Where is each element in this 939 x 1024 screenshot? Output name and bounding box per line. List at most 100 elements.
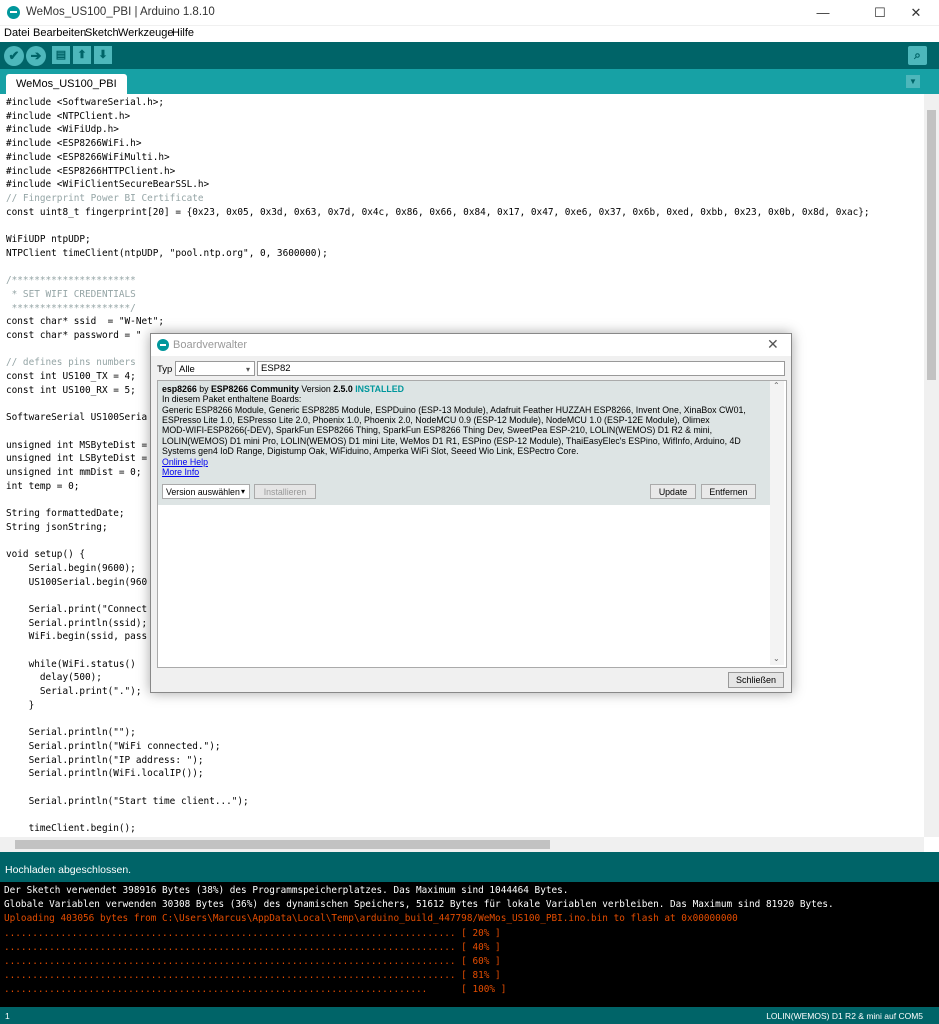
menu-sketch[interactable]: Sketch: [85, 27, 119, 39]
tab-bar: WeMos_US100_PBI ▼: [0, 69, 939, 94]
code-line[interactable]: #include <WiFiUdp.h>: [6, 123, 119, 137]
chevron-down-icon: ▾: [245, 365, 250, 374]
status-bar: Hochladen abgeschlossen.: [0, 852, 939, 882]
footer-bar: 1 LOLIN(WEMOS) D1 R2 & mini auf COM5: [0, 1007, 939, 1024]
code-line[interactable]: * SET WIFI CREDENTIALS: [6, 288, 136, 302]
chevron-down-icon: ▾: [240, 487, 245, 496]
editor-horizontal-scroll-thumb[interactable]: [15, 840, 550, 849]
menu-werkzeuge[interactable]: Werkzeuge: [118, 27, 173, 39]
code-line[interactable]: Serial.println("IP address: ");: [6, 754, 204, 768]
code-line[interactable]: timeClient.begin();: [6, 822, 136, 836]
code-line[interactable]: // Fingerprint Power BI Certificate: [6, 192, 204, 206]
code-line[interactable]: Serial.print(".");: [6, 685, 142, 699]
code-line[interactable]: #include <NTPClient.h>: [6, 110, 130, 124]
arduino-logo-icon: [157, 339, 169, 351]
version-select-value: Version auswählen: [166, 487, 240, 497]
console-line: ........................................…: [4, 927, 501, 939]
console-line: Der Sketch verwendet 398916 Bytes (38%) …: [4, 885, 569, 896]
code-line[interactable]: Serial.println(ssid);: [6, 617, 148, 631]
installed-badge: INSTALLED: [355, 384, 404, 394]
menu-bearbeiten[interactable]: Bearbeiten: [33, 27, 86, 39]
code-line[interactable]: #include <ESP8266HTTPClient.h>: [6, 165, 175, 179]
editor-vertical-scroll-thumb[interactable]: [927, 110, 936, 380]
new-sketch-icon[interactable]: ▤: [52, 46, 70, 64]
code-line[interactable]: const int US100_TX = 4;: [6, 370, 136, 384]
code-line[interactable]: unsigned int MSByteDist =: [6, 439, 147, 453]
remove-button[interactable]: Entfernen: [701, 484, 756, 499]
type-select[interactable]: Alle ▾: [175, 361, 255, 376]
update-button[interactable]: Update: [650, 484, 696, 499]
code-line[interactable]: Serial.println(WiFi.localIP());: [6, 767, 204, 781]
open-sketch-icon[interactable]: ⬆: [73, 46, 91, 64]
code-line[interactable]: *********************/: [6, 302, 136, 316]
code-line[interactable]: US100Serial.begin(960: [6, 576, 148, 590]
code-line[interactable]: #include <ESP8266WiFiMulti.h>: [6, 151, 170, 165]
scroll-down-icon[interactable]: ⌄: [773, 654, 780, 663]
code-line[interactable]: #include <ESP8266WiFi.h>: [6, 137, 141, 151]
code-line[interactable]: #include <WiFiClientSecureBearSSL.h>: [6, 178, 209, 192]
entry-header: esp8266 by ESP8266 Community Version 2.5…: [162, 384, 404, 394]
type-label: Typ: [157, 364, 173, 375]
window-title: WeMos_US100_PBI | Arduino 1.8.10: [26, 6, 215, 18]
code-line[interactable]: const uint8_t fingerprint[20] = {0x23, 0…: [6, 206, 870, 220]
console-line: Globale Variablen verwenden 30308 Bytes …: [4, 899, 834, 911]
menu-hilfe[interactable]: Hilfe: [172, 27, 194, 39]
close-window-button[interactable]: ✕: [893, 0, 939, 25]
code-line[interactable]: String jsonString;: [6, 521, 108, 535]
code-line[interactable]: Serial.println("Start time client...");: [6, 795, 249, 809]
code-line[interactable]: while(WiFi.status(): [6, 658, 136, 672]
output-console: Der Sketch verwendet 398916 Bytes (38%) …: [0, 882, 939, 1007]
scroll-up-icon[interactable]: ⌃: [773, 381, 780, 390]
by-text: by: [199, 384, 209, 394]
code-line[interactable]: const int US100_RX = 5;: [6, 384, 136, 398]
code-line[interactable]: Serial.begin(9600);: [6, 562, 136, 576]
board-entry-esp8266[interactable]: esp8266 by ESP8266 Community Version 2.5…: [158, 381, 770, 505]
upload-icon[interactable]: ➔: [26, 46, 46, 66]
dialog-close-icon[interactable]: ✕: [767, 336, 779, 353]
boards-line: Systems gen4 IoD Range, Digistump Oak, W…: [162, 446, 579, 456]
tab-sketch[interactable]: WeMos_US100_PBI: [6, 74, 127, 94]
verify-icon[interactable]: ✔: [4, 46, 24, 66]
code-line[interactable]: Serial.println("");: [6, 726, 136, 740]
serial-monitor-icon[interactable]: ⌕: [908, 46, 927, 65]
package-name: esp8266: [162, 384, 197, 394]
code-line[interactable]: unsigned int LSByteDist =: [6, 452, 147, 466]
code-line[interactable]: NTPClient timeClient(ntpUDP, "pool.ntp.o…: [6, 247, 328, 261]
code-line[interactable]: }: [6, 699, 35, 713]
code-line[interactable]: void setup() {: [6, 548, 85, 562]
code-line[interactable]: WiFiUDP ntpUDP;: [6, 233, 91, 247]
menu-bar: Datei Bearbeiten Sketch Werkzeuge Hilfe: [0, 26, 939, 42]
minimize-button[interactable]: —: [800, 0, 846, 25]
version-select[interactable]: Version auswählen ▾: [162, 484, 250, 499]
save-sketch-icon[interactable]: ⬇: [94, 46, 112, 64]
board-list-scrollbar[interactable]: ⌃ ⌄: [770, 381, 784, 665]
online-help-link[interactable]: Online Help: [162, 457, 208, 467]
code-line[interactable]: /**********************: [6, 274, 136, 288]
console-line: Uploading 403056 bytes from C:\Users\Mar…: [4, 913, 738, 925]
tab-menu-icon[interactable]: ▼: [906, 75, 920, 88]
code-line[interactable]: delay(500);: [6, 671, 102, 685]
menu-datei[interactable]: Datei: [4, 27, 30, 39]
filter-search-input[interactable]: ESP82: [257, 361, 785, 376]
close-dialog-button[interactable]: Schließen: [728, 672, 784, 688]
code-line[interactable]: String formattedDate;: [6, 507, 125, 521]
code-line[interactable]: const char* ssid = "W-Net";: [6, 315, 164, 329]
code-line[interactable]: // defines pins numbers: [6, 356, 136, 370]
code-line[interactable]: Serial.println("WiFi connected.");: [6, 740, 221, 754]
boards-line: ESPresso Lite 1.0, ESPresso Lite 2.0, Ph…: [162, 415, 710, 425]
dialog-title: Boardverwalter: [173, 339, 247, 351]
package-author: ESP8266 Community: [210, 384, 299, 394]
code-line[interactable]: #include <SoftwareSerial.h>;: [6, 96, 164, 110]
code-line[interactable]: int temp = 0;: [6, 480, 79, 494]
code-line[interactable]: WiFi.begin(ssid, pass: [6, 630, 148, 644]
code-line[interactable]: const char* password = ": [6, 329, 141, 343]
code-line[interactable]: unsigned int mmDist = 0;: [6, 466, 141, 480]
boards-line: LOLIN(WEMOS) D1 mini Pro, LOLIN(WEMOS) D…: [162, 435, 741, 446]
board-manager-dialog: Boardverwalter ✕ Typ Alle ▾ ESP82 esp826…: [150, 333, 792, 693]
more-info-link[interactable]: More Info: [162, 467, 199, 477]
console-line: ........................................…: [4, 941, 501, 953]
code-line[interactable]: SoftwareSerial US100Seria: [6, 411, 147, 425]
board-port-info: LOLIN(WEMOS) D1 R2 & mini auf COM5: [766, 1011, 923, 1021]
install-button[interactable]: Installieren: [254, 484, 316, 499]
code-line[interactable]: Serial.print("Connect: [6, 603, 148, 617]
